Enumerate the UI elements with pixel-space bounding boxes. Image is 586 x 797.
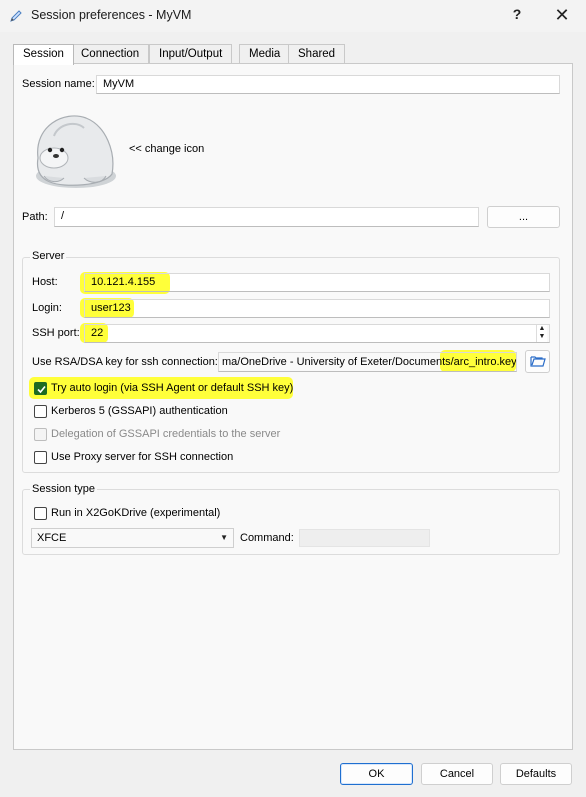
ssh-port-value: 22: [91, 327, 104, 339]
cancel-button[interactable]: Cancel: [421, 763, 493, 785]
delegation-checkbox: [34, 428, 47, 441]
close-button[interactable]: ✕: [550, 4, 574, 26]
rsa-key-value: ma/OneDrive - University of Exeter/Docum…: [222, 356, 517, 368]
proxy-checkbox[interactable]: [34, 451, 47, 464]
ssh-port-label: SSH port:: [32, 327, 80, 339]
window-title: Session preferences - MyVM: [31, 8, 192, 22]
change-icon-link[interactable]: << change icon: [129, 143, 204, 155]
ok-button[interactable]: OK: [340, 763, 413, 785]
command-input: [299, 529, 430, 547]
auto-login-checkbox[interactable]: [34, 382, 47, 395]
checkmark-icon: [37, 385, 46, 394]
spin-down-icon[interactable]: ▼: [537, 333, 547, 341]
defaults-button[interactable]: Defaults: [500, 763, 572, 785]
proxy-label[interactable]: Use Proxy server for SSH connection: [51, 451, 233, 463]
browse-path-button[interactable]: ...: [487, 206, 560, 228]
login-input-fill: [134, 299, 550, 318]
session-type-value: XFCE: [37, 532, 67, 544]
ssh-port-spinner[interactable]: ▲ ▼: [536, 325, 547, 342]
chevron-down-icon: ▼: [220, 533, 228, 542]
auto-login-label[interactable]: Try auto login (via SSH Agent or default…: [51, 382, 293, 394]
kerberos-checkbox[interactable]: [34, 405, 47, 418]
browse-key-button[interactable]: [525, 350, 550, 373]
session-type-title: Session type: [30, 483, 97, 495]
host-input-fill: [170, 273, 550, 292]
tab-session[interactable]: Session: [13, 44, 74, 65]
title-bar: Session preferences - MyVM ? ✕: [0, 0, 586, 32]
seal-icon[interactable]: [24, 106, 120, 190]
login-label: Login:: [32, 302, 62, 314]
path-label: Path:: [22, 211, 48, 223]
folder-open-icon: [529, 356, 546, 367]
host-label: Host:: [32, 276, 58, 288]
help-button[interactable]: ?: [507, 6, 527, 22]
session-name-label: Session name:: [22, 78, 95, 90]
rsa-key-input[interactable]: ma/OneDrive - University of Exeter/Docum…: [218, 352, 517, 372]
path-input[interactable]: /: [54, 207, 479, 227]
x2go-label[interactable]: Run in X2GoKDrive (experimental): [51, 507, 220, 519]
pencil-icon: [10, 10, 22, 22]
tab-media[interactable]: Media: [239, 44, 291, 64]
delegation-label: Delegation of GSSAPI credentials to the …: [51, 428, 281, 440]
kerberos-label[interactable]: Kerberos 5 (GSSAPI) authentication: [51, 405, 228, 417]
spin-up-icon[interactable]: ▲: [537, 325, 547, 333]
rsa-key-label: Use RSA/DSA key for ssh connection:: [32, 356, 218, 368]
login-value: user123: [91, 302, 131, 314]
host-value: 10.121.4.155: [91, 276, 156, 288]
tab-shared-folders[interactable]: Shared folders: [288, 44, 346, 79]
tab-input-output[interactable]: Input/Output: [149, 44, 233, 64]
session-type-select[interactable]: XFCE ▼: [31, 528, 234, 548]
session-name-input[interactable]: MyVM: [96, 75, 560, 94]
ssh-port-input-fill: [108, 324, 536, 343]
server-group-title: Server: [30, 250, 67, 262]
x2go-checkbox[interactable]: [34, 507, 47, 520]
command-label: Command:: [240, 532, 294, 544]
tab-connection[interactable]: Connection: [71, 44, 150, 64]
